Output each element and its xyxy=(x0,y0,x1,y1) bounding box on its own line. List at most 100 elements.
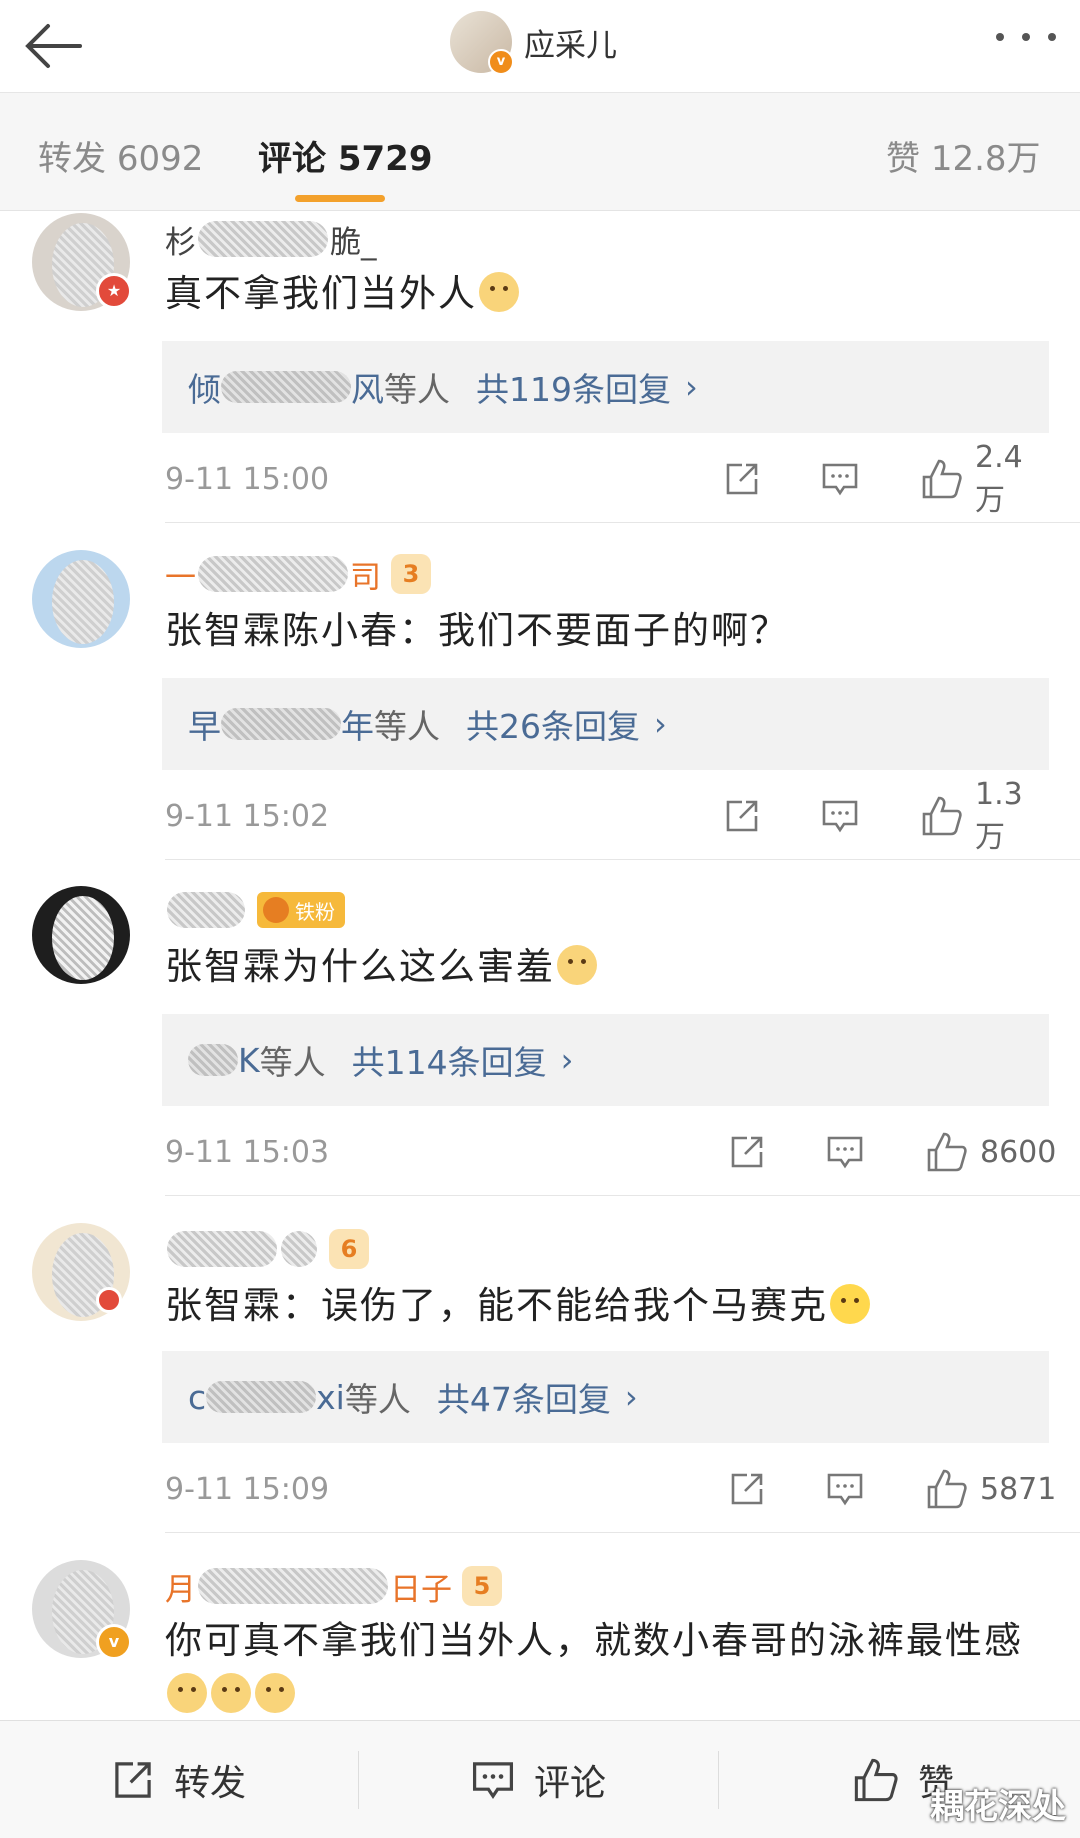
reply-others: 等人 xyxy=(259,1043,326,1082)
comment-icon[interactable] xyxy=(820,796,860,836)
mosaic-blur xyxy=(221,371,351,403)
comment-icon[interactable] xyxy=(825,1469,865,1509)
reply-author-end: K xyxy=(238,1040,260,1080)
doge-emoji-icon xyxy=(211,1673,251,1713)
avatar[interactable] xyxy=(32,886,130,984)
comment-author[interactable]: 杉 脆_ xyxy=(165,217,377,261)
comment-time: 9-11 15:03 xyxy=(165,1134,330,1170)
reply-author-end: 年 xyxy=(341,707,374,746)
more-icon[interactable] xyxy=(996,22,1056,52)
comment-author[interactable]: 铁粉 xyxy=(165,888,345,932)
chevron-right-icon: › xyxy=(654,705,667,743)
author-name-end: 司 xyxy=(350,559,381,596)
reply-summary[interactable]: K 等人 共114条回复 › xyxy=(162,1014,1049,1106)
divider xyxy=(165,1195,1080,1196)
like-icon[interactable] xyxy=(920,457,964,501)
tab-comments[interactable]: 评论 5729 xyxy=(258,131,432,180)
star-badge-icon: ★ xyxy=(96,273,132,309)
reply-summary[interactable]: 倾 风 等人 共119条回复 › xyxy=(162,341,1049,433)
author-name-end: 脆_ xyxy=(330,224,377,261)
repost-label: 转发 xyxy=(174,1762,247,1804)
avatar[interactable] xyxy=(32,550,130,648)
like-icon[interactable] xyxy=(920,794,964,838)
share-icon[interactable] xyxy=(727,1469,767,1509)
comment-body: 张智霖为什么这么害羞 xyxy=(165,945,555,988)
verified-badge: v xyxy=(488,49,514,75)
tab-bar: 转发 6092 评论 5729 赞 12.8万 xyxy=(0,93,1080,211)
reply-others: 等人 xyxy=(374,707,440,746)
reply-count: 共26条回复 xyxy=(466,707,640,746)
comment-meta: 9-11 15:03 8600 xyxy=(165,1127,1056,1177)
divider xyxy=(718,1751,719,1809)
reply-author-end: xi xyxy=(316,1377,345,1417)
like-count: 8600 xyxy=(980,1134,1057,1170)
chevron-right-icon: › xyxy=(685,368,698,406)
doge-emoji-icon xyxy=(255,1673,295,1713)
reply-others: 等人 xyxy=(344,1380,411,1419)
divider xyxy=(165,522,1080,523)
fan-badge: 铁粉 xyxy=(257,892,345,928)
comment-icon[interactable] xyxy=(820,459,860,499)
doge-emoji-icon xyxy=(479,272,519,312)
top-bar: v 应采儿 xyxy=(0,0,1080,93)
mosaic-blur xyxy=(281,1231,317,1267)
author-name-start: 杉 xyxy=(165,224,196,261)
comment-time: 9-11 15:02 xyxy=(165,798,330,834)
badge-icon xyxy=(96,1287,122,1313)
crying-emoji-icon xyxy=(830,1284,870,1324)
divider xyxy=(165,1532,1080,1533)
like-icon[interactable] xyxy=(925,1467,969,1511)
active-tab-indicator xyxy=(295,195,385,202)
reply-count: 共47条回复 xyxy=(436,1380,611,1419)
share-icon[interactable] xyxy=(722,459,762,499)
tab-count: 6092 xyxy=(116,139,204,179)
comment-author[interactable]: 月 日子 5 xyxy=(165,1564,502,1608)
page-title[interactable]: v 应采儿 xyxy=(450,6,617,78)
share-icon[interactable] xyxy=(727,1132,767,1172)
comment-body: 真不拿我们当外人 xyxy=(165,272,477,315)
like-icon xyxy=(854,1758,898,1801)
tab-repost[interactable]: 转发 6092 xyxy=(38,131,203,180)
like-count: 5871 xyxy=(980,1471,1057,1507)
comment-author[interactable]: 一 司 3 xyxy=(165,552,431,596)
tab-label: 赞 xyxy=(886,139,920,179)
title-text: 应采儿 xyxy=(524,27,617,64)
comment-time: 9-11 15:09 xyxy=(165,1471,330,1507)
crown-badge-icon: 3 xyxy=(391,554,431,594)
like-icon[interactable] xyxy=(925,1130,969,1174)
doge-emoji-icon xyxy=(167,1673,207,1713)
chevron-right-icon: › xyxy=(624,1378,638,1416)
comment-meta: 9-11 15:02 1.3万 xyxy=(165,777,1050,855)
share-icon xyxy=(115,1761,151,1798)
reply-author-end: 风 xyxy=(351,370,384,409)
reply-summary[interactable]: 早 年 等人 共26条回复 › xyxy=(162,678,1049,770)
reply-author-start: 早 xyxy=(188,707,221,746)
repost-button[interactable]: 转发 xyxy=(110,1721,246,1838)
watermark: 耦花深处 xyxy=(930,1787,1066,1827)
avatar[interactable]: v xyxy=(450,11,514,75)
reply-count: 共119条回复 xyxy=(476,370,671,409)
comment-icon xyxy=(472,1761,514,1799)
comment-time: 9-11 15:00 xyxy=(165,461,330,497)
comment-text: 你可真不拿我们当外人，就数小春哥的泳裤最性感 xyxy=(165,1614,1045,1722)
tab-likes[interactable]: 赞 12.8万 xyxy=(886,131,1041,180)
mosaic-blur xyxy=(167,1231,277,1267)
doge-emoji-icon xyxy=(557,945,597,985)
comment-button[interactable]: 评论 xyxy=(470,1721,606,1838)
author-name-end: 日子 xyxy=(390,1571,452,1608)
mosaic-blur xyxy=(206,1381,317,1413)
mosaic-blur xyxy=(167,892,245,928)
crown-badge-icon: 6 xyxy=(329,1229,369,1269)
comment-icon[interactable] xyxy=(825,1132,865,1172)
share-icon[interactable] xyxy=(722,796,762,836)
mosaic-blur xyxy=(188,1044,238,1076)
reply-summary[interactable]: c xi 等人 共47条回复 › xyxy=(162,1351,1049,1443)
comment-author[interactable]: 6 xyxy=(165,1227,369,1271)
author-name-start: 月 xyxy=(165,1571,196,1608)
chevron-right-icon: › xyxy=(560,1041,574,1079)
comment-body: 你可真不拿我们当外人，就数小春哥的泳裤最性感 xyxy=(165,1619,1023,1662)
back-arrow-icon[interactable] xyxy=(22,14,86,78)
comment-meta: 9-11 15:00 2.4万 xyxy=(165,440,1050,518)
crown-badge-icon: 5 xyxy=(462,1566,502,1606)
reply-count: 共114条回复 xyxy=(351,1043,547,1082)
